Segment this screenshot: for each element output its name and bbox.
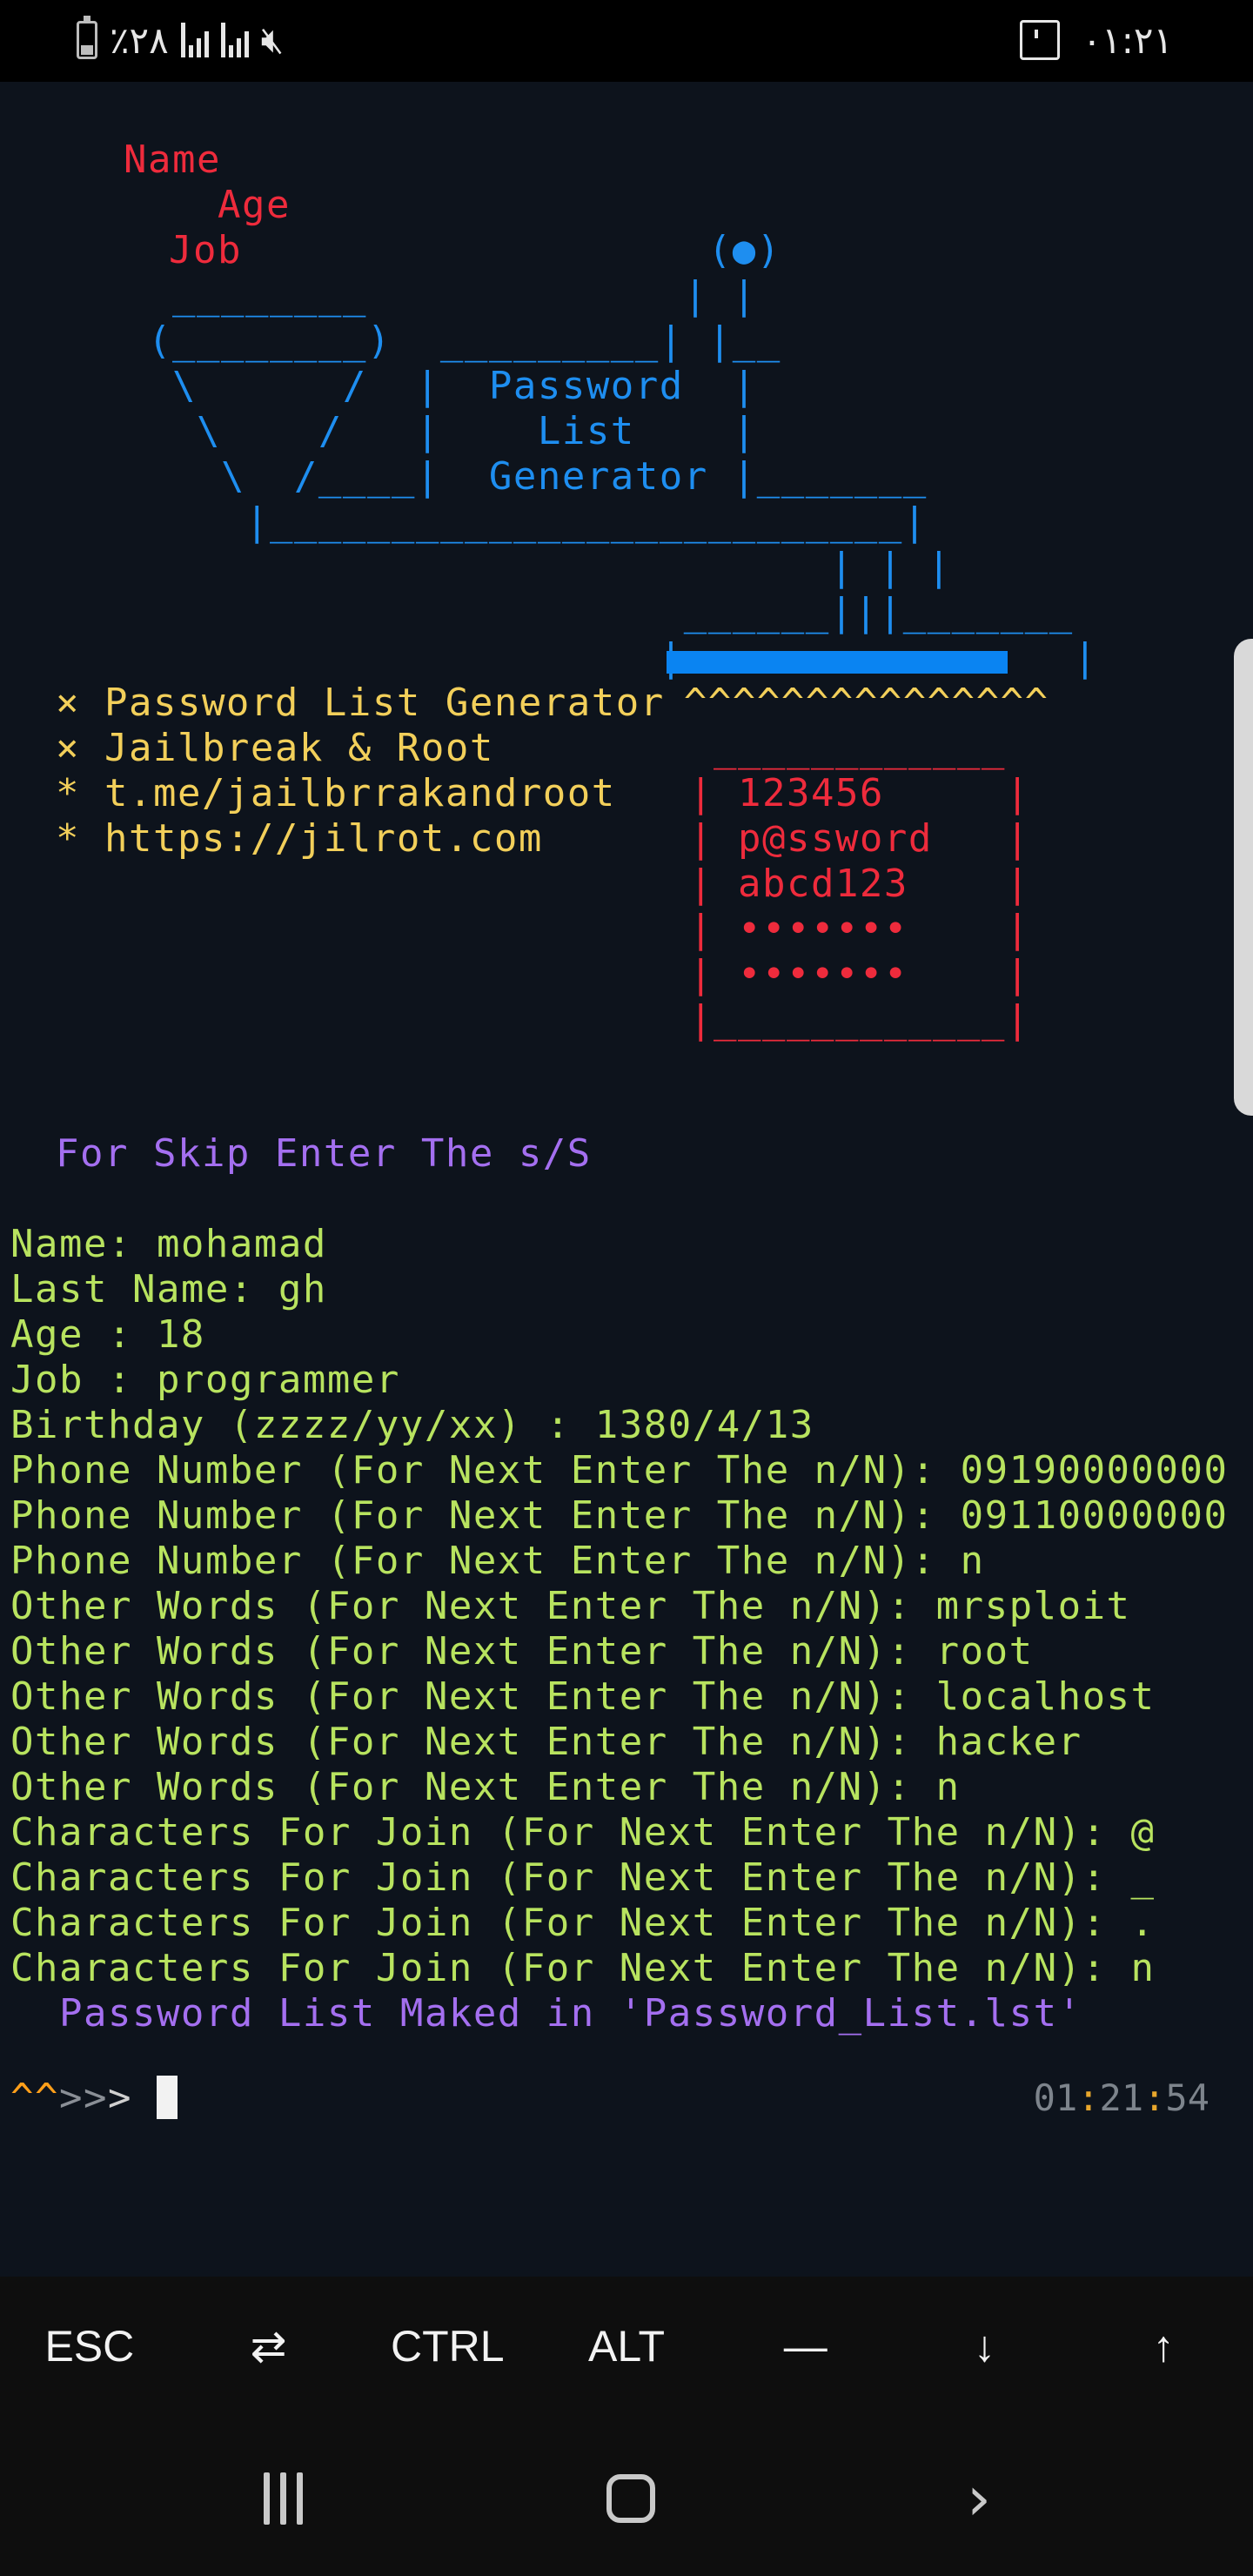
clock-seconds: 54 [1165,2076,1209,2119]
status-right: ۰۱:۲۱ [1019,14,1173,66]
info-line: × Password List Generator [56,681,665,725]
battery-percent: ٪۲۸ [110,18,169,62]
session-line-other-words: Other Words (For Next Enter The n/N): n [10,1765,961,1809]
session-line-phone: Phone Number (For Next Enter The n/N): n [10,1539,985,1583]
sample-box-line: | ••••••• | [689,952,1030,996]
info-line: * t.me/jailbrrakandroot [56,771,616,815]
signal-icon [180,23,209,57]
clock-minutes: 21 [1099,2076,1144,2119]
banner-art-line: | | | [124,545,952,589]
mute-icon: 🔇︎ [260,18,285,61]
session-line-join-chars: Characters For Join (For Next Enter The … [10,1810,1156,1855]
session-line-name: Name: mohamad [10,1222,327,1266]
session-line-phone: Phone Number (For Next Enter The n/N): 0… [10,1493,1229,1538]
banner-label-age: Age [169,183,291,227]
banner-label-name: Name [124,138,221,182]
navigation-bar: › [0,2416,1253,2576]
key-alt[interactable]: ALT [537,2321,716,2371]
prompt-arrow: > [107,2075,132,2120]
banner-art-line: \ / | List | [124,409,757,453]
session-line-other-words: Other Words (For Next Enter The n/N): ha… [10,1720,1082,1764]
skip-hint: For Skip Enter The s/S [56,1131,592,1176]
generator-output-bar [667,651,1008,674]
signal-icon-2 [220,23,249,57]
key-arrow-up[interactable]: ↑ [1074,2321,1253,2371]
info-line: × Jailbreak & Root [56,726,494,770]
prompt-carets: ^^ [10,2075,59,2120]
clock-separator: : [1143,2076,1166,2119]
session-line-other-words: Other Words (For Next Enter The n/N): mr… [10,1584,1131,1628]
session-line-job: Job : programmer [10,1358,400,1402]
back-button[interactable]: › [948,2463,1009,2534]
prompt-arrows: >> [58,2075,108,2120]
command-prompt[interactable]: ^^ >> > [10,2075,178,2120]
home-button[interactable] [600,2468,661,2529]
sample-box-line: | p@ssword | [689,816,1030,861]
sample-box-line: | ••••••• | [689,907,1030,951]
banner-art-line: (●) [124,228,781,272]
scroll-handle[interactable] [1234,639,1253,1116]
banner-art-line: \ /____| Generator |_______ [124,454,928,499]
banner-art-line: \ / | Password | [124,364,757,408]
extra-keys-bar: ESC ⇄ CTRL ALT — ↓ ↑ [0,2277,1253,2416]
session-line-other-words: Other Words (For Next Enter The n/N): ro… [10,1629,1034,1674]
status-time: ۰۱:۲۱ [1082,18,1173,62]
status-bar: ٪۲۸ 🔇︎ ۰۱:۲۱ [0,0,1253,82]
home-icon [606,2474,655,2523]
clock-hours: 01 [1033,2076,1078,2119]
clock-separator: : [1077,2076,1100,2119]
key-esc[interactable]: ESC [0,2321,179,2371]
session-line-birthday: Birthday (zzzz/yy/xx) : 1380/4/13 [10,1403,814,1447]
session-line-join-chars: Characters For Join (For Next Enter The … [10,1855,1156,1900]
session-line-join-chars: Characters For Join (For Next Enter The … [10,1901,1156,1945]
sample-box-line: | abcd123 | [689,862,1030,906]
battery-icon [77,16,97,59]
banner-art-line: ________ | | [124,273,757,318]
sample-box-line: ____________ [689,726,1006,770]
recent-apps-button[interactable] [252,2468,313,2529]
key-arrow-down[interactable]: ↓ [895,2321,1075,2371]
session-line-last-name: Last Name: gh [10,1267,327,1311]
result-message: Password List Maked in 'Password_List.ls… [10,1991,1082,2036]
info-line: * https://jilrot.com [56,816,543,861]
terminal-view[interactable]: Name Age Job (●) ________ | | (________)… [0,82,1253,2277]
key-dash[interactable]: — [716,2321,895,2371]
sim-icon [1019,20,1060,60]
session-line-age: Age : 18 [10,1312,205,1357]
session-line-phone: Phone Number (For Next Enter The n/N): 0… [10,1448,1229,1493]
banner-art-line: |__________________________| [124,500,928,544]
key-tab[interactable]: ⇄ [179,2321,358,2371]
session-line-join-chars: Characters For Join (For Next Enter The … [10,1946,1156,1990]
sample-box-line: |____________| [689,997,1030,1042]
key-ctrl[interactable]: CTRL [358,2321,537,2371]
prompt-clock: 01:21:54 [1034,2075,1209,2120]
sample-box-line: | 123456 | [689,771,1030,815]
banner-art-line: ______|||_______ [124,590,1074,634]
banner-art-line: (________) _________| |__ [124,319,781,363]
session-line-other-words: Other Words (For Next Enter The n/N): lo… [10,1674,1156,1719]
text-cursor[interactable] [156,2076,178,2119]
status-left: ٪۲۸ 🔇︎ [77,14,284,66]
